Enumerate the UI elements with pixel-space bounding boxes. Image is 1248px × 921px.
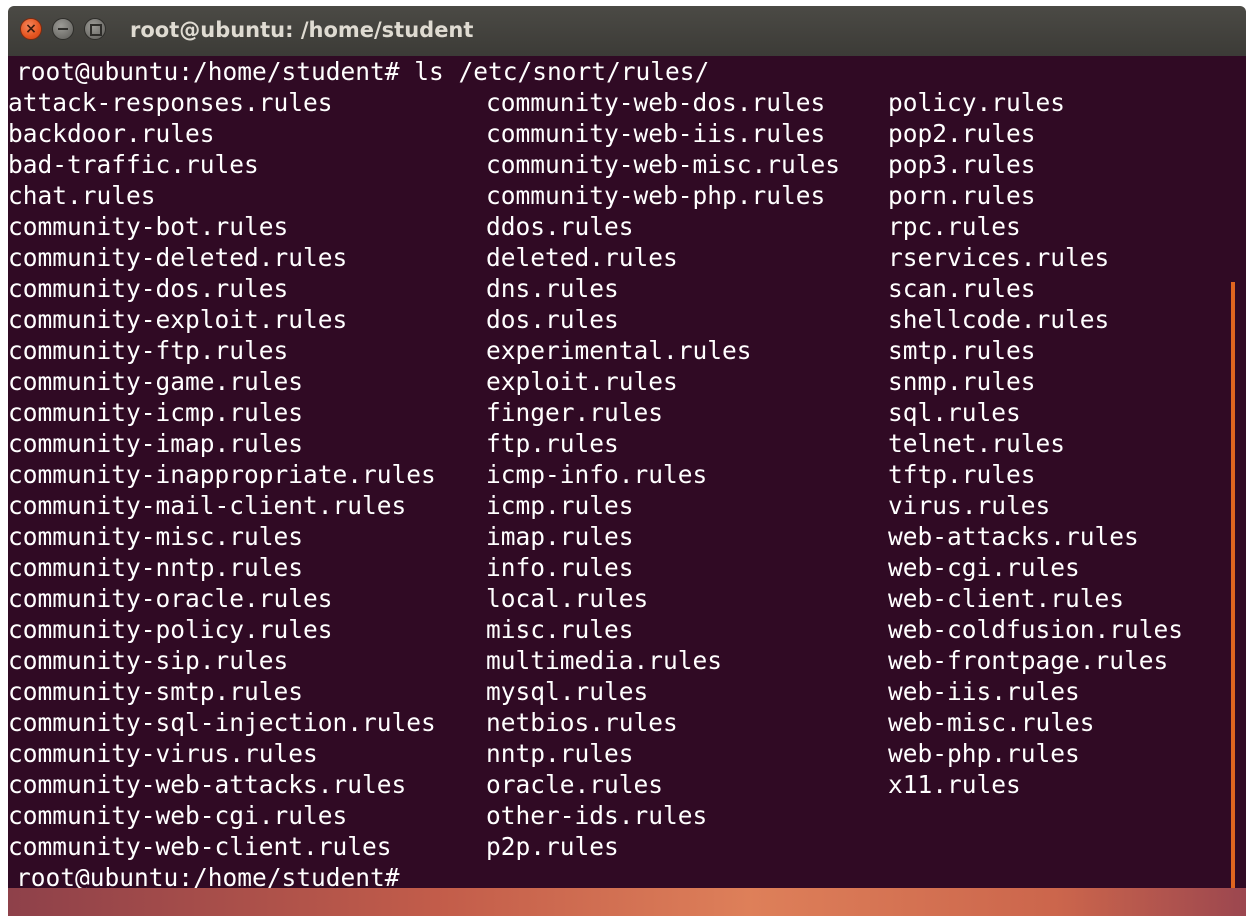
file-entry: mysql.rules: [486, 677, 649, 706]
file-entry: dns.rules: [486, 274, 619, 303]
file-entry: icmp.rules: [486, 491, 634, 520]
close-button[interactable]: ×: [20, 18, 42, 40]
file-entry: netbios.rules: [486, 708, 678, 737]
file-entry: finger.rules: [486, 398, 664, 427]
file-entry: nntp.rules: [486, 739, 634, 768]
file-entry: shellcode.rules: [888, 305, 1110, 334]
file-entry: community-icmp.rules: [8, 398, 304, 427]
file-entry: community-web-iis.rules: [486, 119, 826, 148]
text-cursor: [414, 867, 428, 888]
file-entry: community-ftp.rules: [8, 336, 289, 365]
desktop-background: [8, 888, 1246, 916]
file-entry: rpc.rules: [888, 212, 1021, 241]
file-entry: icmp-info.rules: [486, 460, 708, 489]
file-entry: community-sip.rules: [8, 646, 289, 675]
file-entry: web-cgi.rules: [888, 553, 1080, 582]
file-entry: smtp.rules: [888, 336, 1036, 365]
file-entry: bad-traffic.rules: [8, 150, 259, 179]
file-entry: community-sql-injection.rules: [8, 708, 436, 737]
file-entry: attack-responses.rules: [8, 88, 333, 117]
terminal-output[interactable]: root@ubuntu:/home/student# ls /etc/snort…: [8, 56, 1246, 888]
file-entry: web-frontpage.rules: [888, 646, 1169, 675]
title-bar[interactable]: × root@ubuntu: /home/student: [8, 6, 1246, 56]
file-entry: ftp.rules: [486, 429, 619, 458]
file-entry: web-attacks.rules: [888, 522, 1139, 551]
file-entry: web-client.rules: [888, 584, 1125, 613]
minimize-icon: [58, 28, 68, 30]
maximize-button[interactable]: [84, 18, 106, 40]
file-entry: community-imap.rules: [8, 429, 304, 458]
prompt-line: root@ubuntu:/home/student#: [16, 862, 428, 888]
window-title: root@ubuntu: /home/student: [130, 18, 474, 42]
file-entry: misc.rules: [486, 615, 634, 644]
file-entry: community-bot.rules: [8, 212, 289, 241]
file-entry: web-misc.rules: [888, 708, 1095, 737]
file-entry: chat.rules: [8, 181, 156, 210]
file-entry: community-oracle.rules: [8, 584, 333, 613]
file-entry: x11.rules: [888, 770, 1021, 799]
file-entry: community-web-php.rules: [486, 181, 826, 210]
file-entry: web-php.rules: [888, 739, 1080, 768]
file-entry: dos.rules: [486, 305, 619, 334]
file-entry: community-web-dos.rules: [486, 88, 826, 117]
file-entry: community-web-cgi.rules: [8, 801, 348, 830]
file-entry: other-ids.rules: [486, 801, 708, 830]
file-entry: community-smtp.rules: [8, 677, 304, 706]
file-entry: web-iis.rules: [888, 677, 1080, 706]
file-entry: pop3.rules: [888, 150, 1036, 179]
file-entry: virus.rules: [888, 491, 1051, 520]
file-entry: community-policy.rules: [8, 615, 333, 644]
minimize-button[interactable]: [52, 18, 74, 40]
terminal-window: × root@ubuntu: /home/student root@ubuntu…: [0, 0, 1248, 921]
file-entry: community-mail-client.rules: [8, 491, 407, 520]
file-entry: sql.rules: [888, 398, 1021, 427]
file-entry: exploit.rules: [486, 367, 678, 396]
file-entry: community-virus.rules: [8, 739, 318, 768]
command-line: root@ubuntu:/home/student# ls /etc/snort…: [16, 57, 710, 86]
file-entry: web-coldfusion.rules: [888, 615, 1184, 644]
file-entry: multimedia.rules: [486, 646, 723, 675]
file-entry: ddos.rules: [486, 212, 634, 241]
scroll-indicator[interactable]: [1231, 282, 1235, 888]
file-entry: community-misc.rules: [8, 522, 304, 551]
file-entry: community-inappropriate.rules: [8, 460, 436, 489]
file-entry: community-game.rules: [8, 367, 304, 396]
maximize-icon: [90, 24, 102, 36]
file-entry: community-nntp.rules: [8, 553, 304, 582]
file-entry: deleted.rules: [486, 243, 678, 272]
file-entry: info.rules: [486, 553, 634, 582]
file-entry: imap.rules: [486, 522, 634, 551]
file-entry: community-web-misc.rules: [486, 150, 841, 179]
file-entry: scan.rules: [888, 274, 1036, 303]
file-entry: experimental.rules: [486, 336, 752, 365]
file-entry: tftp.rules: [888, 460, 1036, 489]
file-entry: oracle.rules: [486, 770, 664, 799]
file-entry: community-dos.rules: [8, 274, 289, 303]
file-entry: community-web-client.rules: [8, 832, 392, 861]
file-entry: community-exploit.rules: [8, 305, 348, 334]
file-entry: snmp.rules: [888, 367, 1036, 396]
file-entry: community-deleted.rules: [8, 243, 348, 272]
file-entry: p2p.rules: [486, 832, 619, 861]
file-entry: policy.rules: [888, 88, 1066, 117]
close-icon: ×: [25, 21, 37, 37]
file-entry: porn.rules: [888, 181, 1036, 210]
file-entry: backdoor.rules: [8, 119, 215, 148]
file-entry: telnet.rules: [888, 429, 1066, 458]
file-entry: local.rules: [486, 584, 649, 613]
file-entry: community-web-attacks.rules: [8, 770, 407, 799]
file-entry: pop2.rules: [888, 119, 1036, 148]
prompt-text: root@ubuntu:/home/student#: [16, 863, 400, 888]
file-entry: rservices.rules: [888, 243, 1110, 272]
